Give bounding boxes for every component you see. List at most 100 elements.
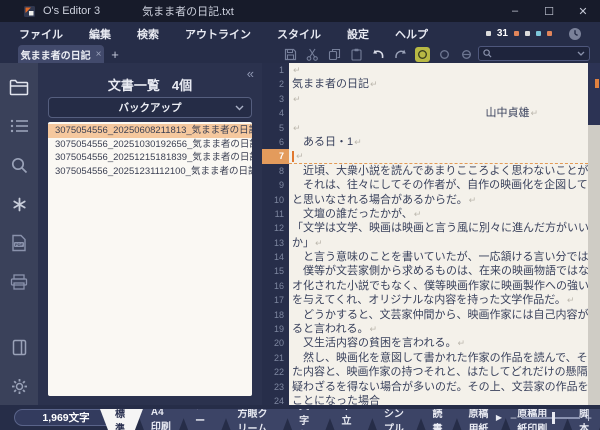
editor-line[interactable]: 5↵ [262, 121, 588, 135]
minimize-button[interactable]: – [498, 0, 532, 22]
editor-scrollbar[interactable] [588, 63, 600, 405]
editor-line[interactable]: 9 それは、往々にしてその作者が、自作の映画化を企図して書いている [262, 178, 588, 192]
editor-line[interactable]: 19ると言われる。↵ [262, 322, 588, 336]
asterisk-icon[interactable] [0, 189, 38, 219]
cut-icon[interactable] [305, 47, 320, 62]
menu-item-3[interactable]: アウトライン [172, 22, 264, 45]
editor-line[interactable]: 11 文壇の誰だったかが、↵ [262, 207, 588, 221]
editor-line[interactable]: 12「文学は文学、映画は映画と言う風に別々に進んだ方がいいのじゃない [262, 221, 588, 235]
mode-circle-bar-icon[interactable] [459, 47, 474, 62]
indicator-count: 31 [497, 28, 508, 39]
file-item[interactable]: 3075054556_20251215181839_気まま者の日記 [48, 151, 252, 165]
style-tab-シンプル[interactable]: シンプル [369, 409, 425, 430]
menu-item-2[interactable]: 検索 [124, 22, 172, 45]
search-box[interactable] [478, 46, 590, 61]
editor-line[interactable]: 3↵ [262, 92, 588, 106]
line-number: 8 [262, 164, 289, 178]
line-number: 11 [262, 207, 289, 221]
editor[interactable]: 1↵2気まま者の日記↵3↵4山中貞雄↵5↵6 ある日・1↵7↵8 近頃、大衆小説… [262, 63, 600, 405]
files-icon[interactable] [0, 72, 38, 102]
paste-icon[interactable] [349, 47, 364, 62]
menu-item-4[interactable]: スタイル [264, 22, 334, 45]
style-tab-方眼クリーム[interactable]: 方眼クリーム [223, 409, 292, 430]
editor-line[interactable]: 15 僕等が文芸家側から求めるものは、在来の映画物語ではなく又シナリ [262, 264, 588, 278]
outline-icon[interactable] [0, 111, 38, 141]
maximize-button[interactable]: ☐ [532, 0, 566, 22]
style-tab-標準[interactable]: 標準 [100, 409, 143, 430]
line-text: ↵ [289, 63, 588, 77]
copy-icon[interactable] [327, 47, 342, 62]
style-tab-文字数[interactable]: 文字数 [284, 409, 333, 430]
print-icon[interactable] [0, 267, 38, 297]
return-mark: ↵ [530, 108, 538, 118]
line-text: 僕等が文芸家側から求めるものは、在来の映画物語ではなく又シナリ [289, 264, 588, 278]
line-text: を与えてくれ、オリジナルな内容を持った文学作品だ。↵ [289, 293, 588, 307]
line-number: 9 [262, 178, 289, 192]
editor-line[interactable]: 21 然し、映画化を意図して書かれた作家の作品を読んで、それに盛られ [262, 351, 588, 365]
settings-icon[interactable] [0, 371, 38, 401]
backup-dropdown[interactable]: バックアップ [48, 97, 252, 118]
zoom-out-button[interactable]: − [510, 411, 517, 425]
close-button[interactable]: ✕ [566, 0, 600, 22]
zoom-slider-thumb[interactable] [552, 412, 555, 424]
line-number: 22 [262, 365, 289, 379]
search-panel-icon[interactable] [0, 150, 38, 180]
zoom-in-button[interactable]: + [585, 411, 592, 425]
editor-line[interactable]: 1↵ [262, 63, 588, 77]
line-number: 6 [262, 135, 289, 149]
style-tab-読書[interactable]: 読書 [418, 409, 461, 430]
editor-line[interactable]: 7↵ [262, 149, 588, 163]
play-icon[interactable]: ▶ [496, 413, 502, 422]
redo-icon[interactable] [393, 47, 408, 62]
editor-line[interactable]: 22た内容と、映画作家の持つそれと、はたしてどれだけの懸隔があるかを [262, 365, 588, 379]
editor-line[interactable]: 20 又生活内容の貧困を言われる。↵ [262, 336, 588, 350]
editor-line[interactable]: 4山中貞雄↵ [262, 106, 588, 120]
search-input[interactable] [496, 49, 577, 59]
file-panel-title: 文書一覧 [108, 78, 160, 93]
book-icon[interactable] [0, 332, 38, 362]
line-text: それは、往々にしてその作者が、自作の映画化を企図して書いている [289, 178, 588, 192]
style-tab-A4印刷[interactable]: A4印刷 [136, 409, 187, 430]
editor-line[interactable]: 2気まま者の日記↵ [262, 77, 588, 91]
return-mark: ↵ [469, 195, 477, 205]
mode-circle-active-icon[interactable] [415, 47, 430, 62]
zoom-control: ▶ − + [496, 405, 592, 430]
file-item[interactable]: 3075054556_20250608211813_気まま者の日記 [48, 124, 252, 138]
style-tab-章立て[interactable]: 章立て [326, 409, 375, 430]
document-tab[interactable]: 気まま者の日記 × [18, 45, 104, 63]
file-item[interactable]: 3075054556_20251231112100_気まま者の日記 [48, 165, 252, 179]
mode-circle-icon[interactable] [437, 47, 452, 62]
editor-line[interactable]: 23疑わざるを得ない場合が多いのだ。その上、文芸家の作品を映画化する [262, 380, 588, 394]
save-icon[interactable] [283, 47, 298, 62]
chevron-down-icon [235, 105, 244, 111]
editor-line[interactable]: 16オ化された小説でもなく、僕等映画作家に映画製作への強い意欲と興奮 [262, 279, 588, 293]
menu-item-6[interactable]: ヘルプ [382, 22, 441, 45]
tab-close-icon[interactable]: × [96, 49, 102, 60]
line-text: か」↵ [289, 236, 588, 250]
file-count: 4個 [172, 78, 192, 93]
editor-line[interactable]: 14 と言う意味のことを書いていたが、一応頷ける言い分ではあるまいか。↵ [262, 250, 588, 264]
undo-icon[interactable] [371, 47, 386, 62]
line-number: 5 [262, 121, 289, 135]
new-tab-button[interactable]: + [106, 45, 124, 63]
editor-line[interactable]: 10と思いなされる場合があるからだ。↵ [262, 193, 588, 207]
scrollbar-thumb[interactable] [588, 63, 600, 125]
pdf-icon[interactable]: PDF [0, 228, 38, 258]
menu-item-1[interactable]: 編集 [76, 22, 124, 45]
line-text: 又生活内容の貧困を言われる。↵ [289, 336, 588, 350]
editor-line[interactable]: 18 どうかすると、文芸家仲間から、映画作家には自己内容が貧困してい [262, 308, 588, 322]
editor-line[interactable]: 24ことになった場合 [262, 394, 588, 405]
line-number: 19 [262, 322, 289, 336]
zoom-slider[interactable] [522, 417, 580, 419]
style-tab-ノート[interactable]: ノート [180, 409, 229, 430]
editor-line[interactable]: 6 ある日・1↵ [262, 135, 588, 149]
file-item[interactable]: 3075054556_20251030192656_気まま者の日記 [48, 138, 252, 152]
editor-line[interactable]: 17を与えてくれ、オリジナルな内容を持った文学作品だ。↵ [262, 293, 588, 307]
editor-line[interactable]: 8 近頃、大衆小説を読んであまりこころよく思わないことがある。↵ [262, 164, 588, 178]
menu-item-5[interactable]: 設定 [334, 22, 382, 45]
text-cursor [292, 151, 294, 162]
clock-icon[interactable] [568, 27, 582, 41]
return-mark: ↵ [369, 324, 377, 334]
menu-item-0[interactable]: ファイル [0, 22, 76, 45]
editor-line[interactable]: 13か」↵ [262, 236, 588, 250]
